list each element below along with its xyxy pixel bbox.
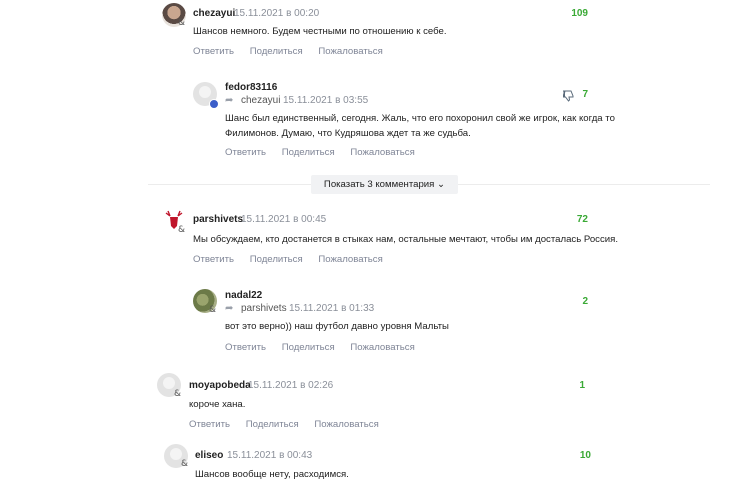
comment-text: Мы обсуждаем, кто достанется в стыках на… (193, 234, 618, 245)
badge-icon: & (178, 225, 186, 235)
comment-text: вот это верно)) наш футбол давно уровня … (225, 321, 449, 332)
comment-text-line: Шанс был единственный, сегодня. Жаль, чт… (225, 113, 615, 124)
comment-score: 7 (582, 89, 588, 100)
share-button[interactable]: Поделиться (246, 419, 299, 430)
comment-score: 1 (579, 380, 585, 391)
reply-button[interactable]: Ответить (225, 147, 266, 158)
comment-timestamp: 15.11.2021 в 03:55 (283, 95, 369, 106)
comment-author[interactable]: fedor83116 (225, 82, 277, 93)
comment-timestamp: 15.11.2021 в 00:20 (234, 8, 320, 19)
show-more-replies-button[interactable]: Показать 3 комментария ⌄ (311, 175, 458, 194)
badge-icon: & (178, 18, 186, 28)
reply-button[interactable]: Ответить (189, 419, 230, 430)
share-button[interactable]: Поделиться (282, 147, 335, 158)
reply-arrow-icon: ➦ (225, 95, 234, 106)
reply-to-author[interactable]: chezayui (241, 95, 280, 106)
comment-actions: Ответить Поделиться Пожаловаться (225, 147, 428, 158)
comment-timestamp: 15.11.2021 в 02:26 (248, 380, 334, 391)
comment-timestamp: 15.11.2021 в 01:33 (289, 303, 375, 314)
reply-button[interactable]: Ответить (193, 254, 234, 265)
share-button[interactable]: Поделиться (250, 46, 303, 57)
comment-actions: Ответить Поделиться Пожаловаться (189, 419, 392, 430)
comment-author[interactable]: moyapobeda (189, 380, 251, 391)
comment-timestamp: 15.11.2021 в 00:45 (241, 214, 327, 225)
comment-score: 10 (579, 450, 591, 461)
comment-author[interactable]: chezayui (193, 8, 235, 19)
comment-timestamp: 15.11.2021 в 00:43 (227, 450, 313, 461)
badge-icon: & (181, 459, 189, 469)
comment-text: короче хана. (189, 399, 246, 410)
reply-button[interactable]: Ответить (225, 342, 266, 353)
comment-author[interactable]: nadal22 (225, 290, 262, 301)
show-more-label: Показать 3 комментария (323, 179, 435, 190)
report-button[interactable]: Пожаловаться (318, 254, 382, 265)
report-button[interactable]: Пожаловаться (318, 46, 382, 57)
comment-author[interactable]: parshivets (193, 214, 243, 225)
badge-icon: & (174, 389, 182, 399)
reply-to-author[interactable]: parshivets (241, 303, 287, 314)
share-button[interactable]: Поделиться (282, 342, 335, 353)
comment-author[interactable]: eliseo (195, 450, 223, 461)
comment-text: Шансов вообще нету, расходимся. (195, 469, 349, 480)
comment-score: 109 (571, 8, 588, 19)
badge-icon: & (209, 305, 217, 315)
report-button[interactable]: Пожаловаться (350, 147, 414, 158)
comment-score: 72 (576, 214, 588, 225)
comment-actions: Ответить Поделиться Пожаловаться (225, 342, 428, 353)
share-button[interactable]: Поделиться (250, 254, 303, 265)
facebook-badge-icon (209, 99, 219, 109)
comment-text: Шансов немного. Будем честными по отноше… (193, 26, 447, 37)
reply-arrow-icon: ➦ (225, 303, 234, 314)
comment-text-line: Филимонов. Думаю, что Кудряшова ждет та … (225, 128, 471, 139)
reply-button[interactable]: Ответить (193, 46, 234, 57)
chevron-down-icon: ⌄ (437, 179, 446, 190)
report-button[interactable]: Пожаловаться (350, 342, 414, 353)
comment-actions: Ответить Поделиться Пожаловаться (193, 46, 396, 57)
comment-actions: Ответить Поделиться Пожаловаться (193, 254, 396, 265)
report-button[interactable]: Пожаловаться (314, 419, 378, 430)
comment-score: 2 (582, 296, 588, 307)
